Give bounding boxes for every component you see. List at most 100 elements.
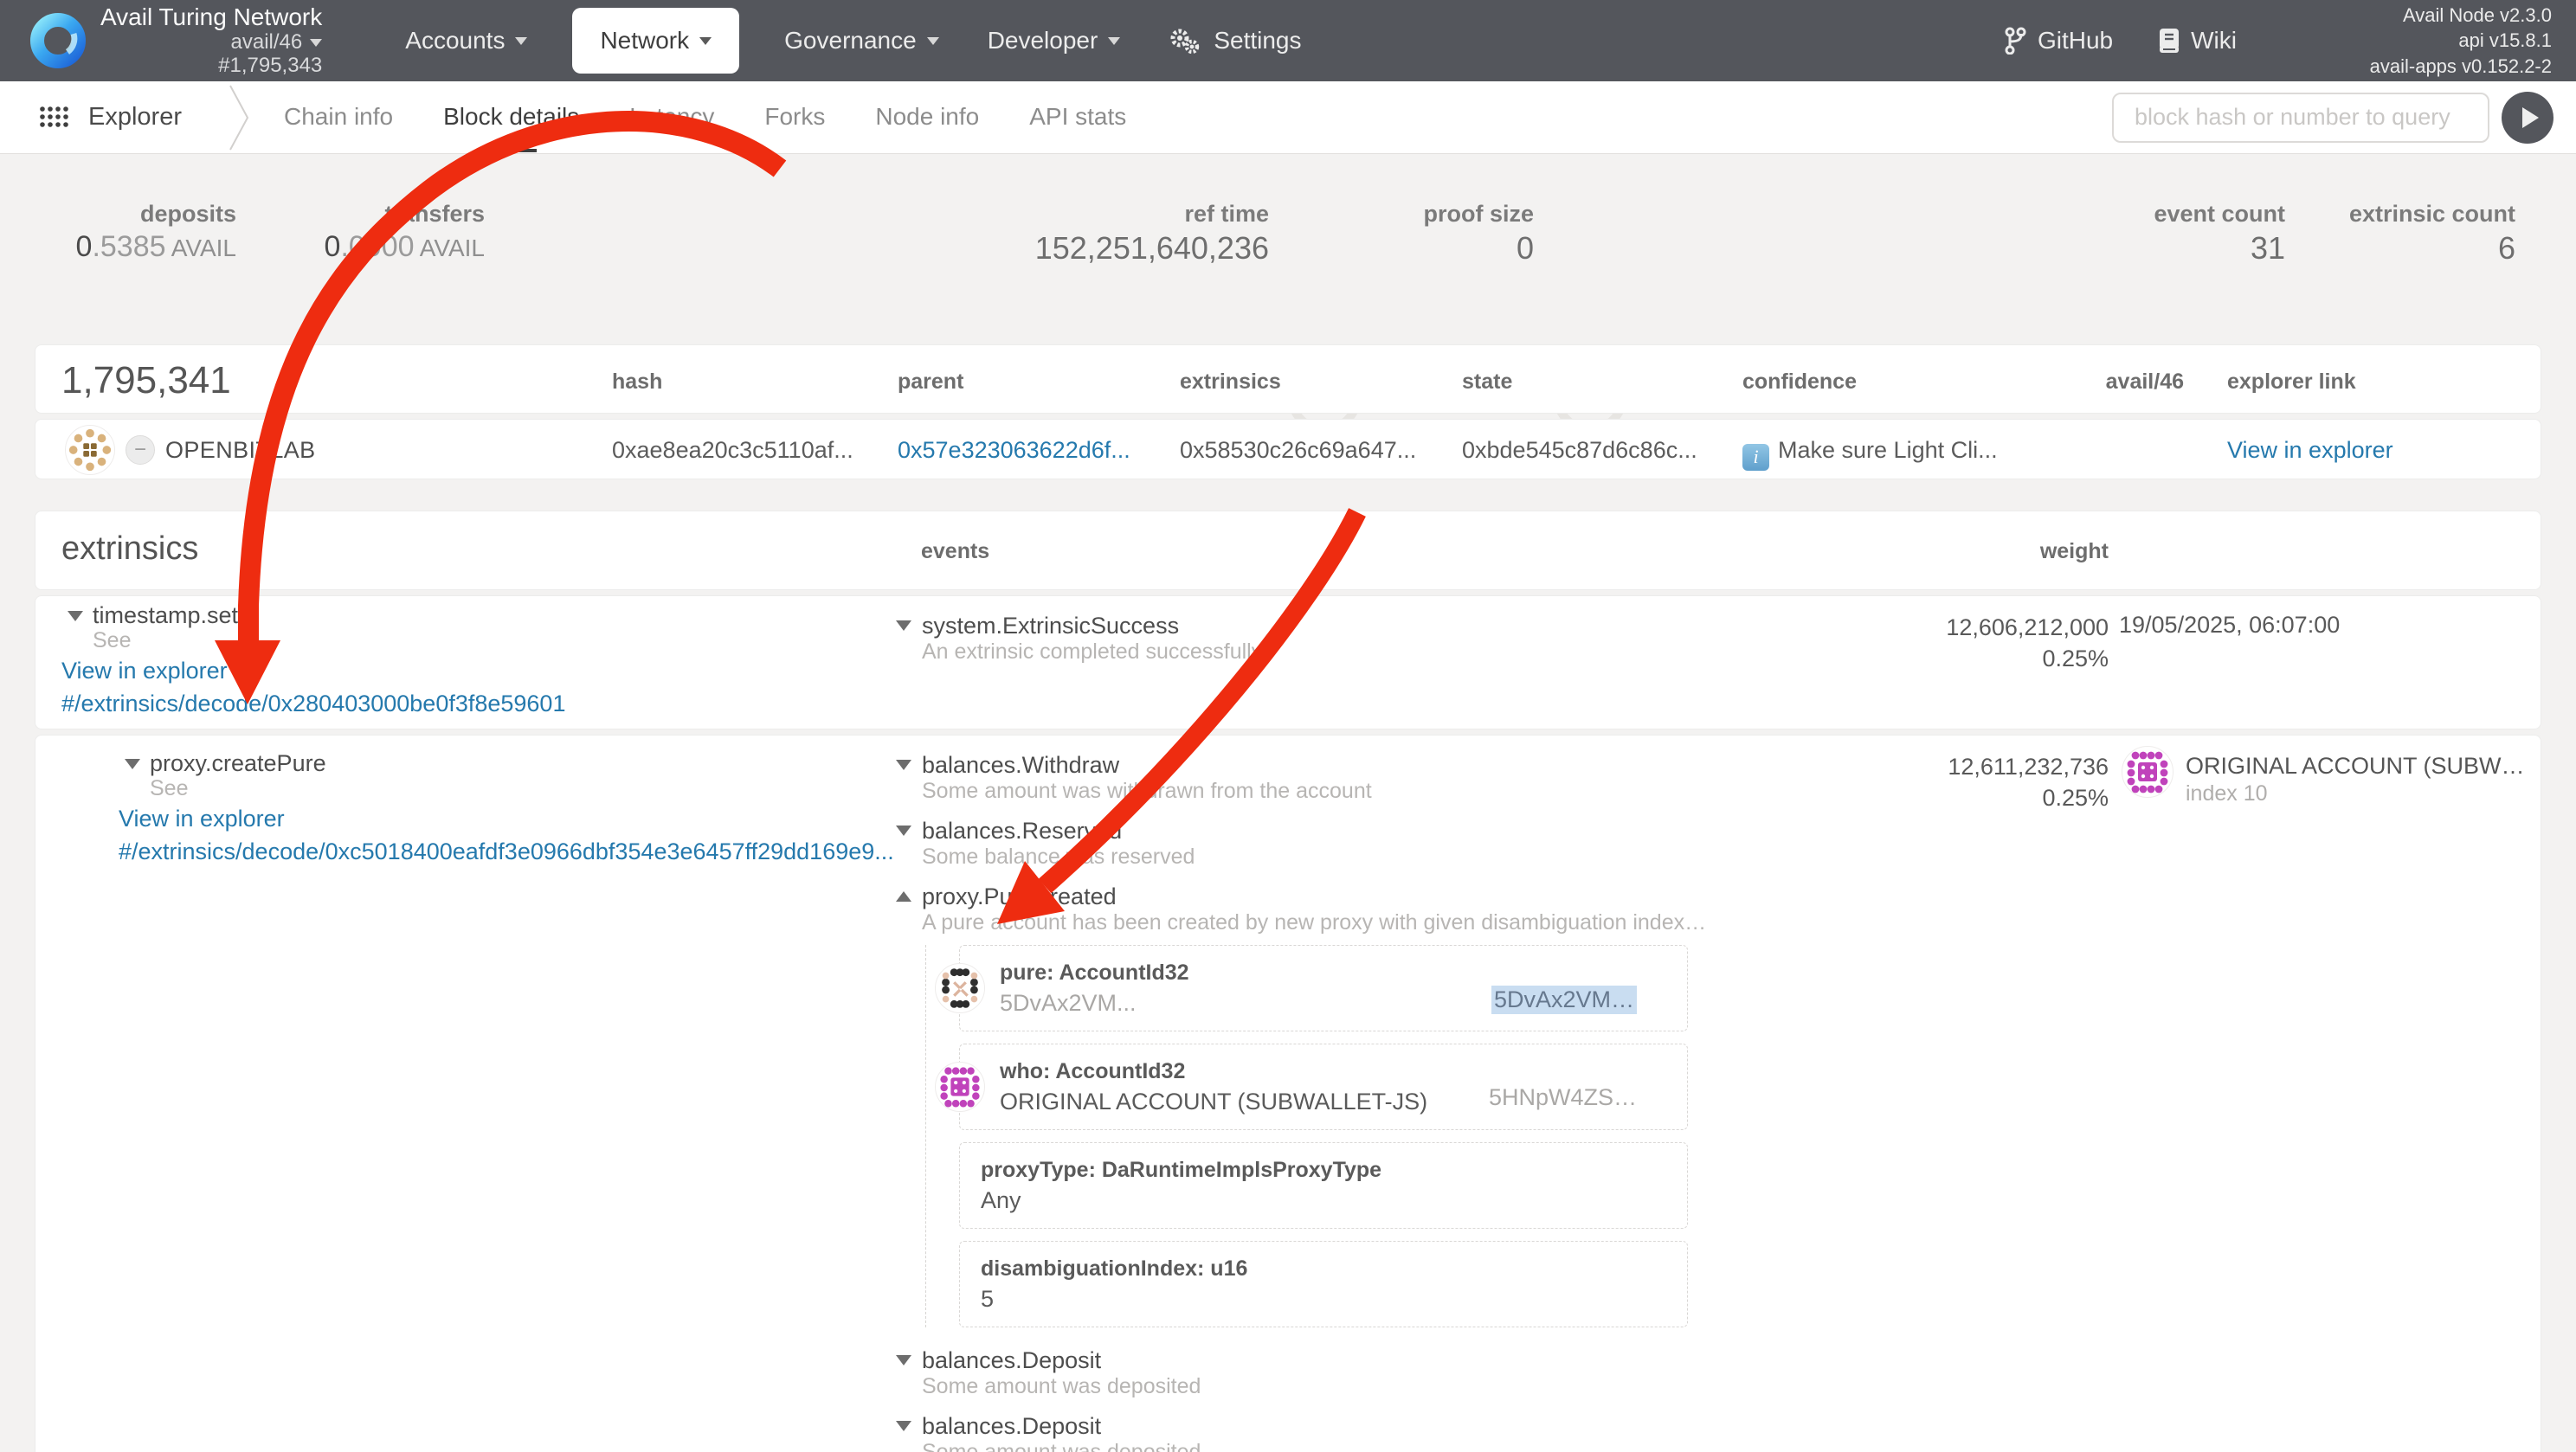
menu-developer[interactable]: Developer xyxy=(988,27,1121,55)
call-name: proxy.createPure xyxy=(150,750,326,776)
state-root: 0xbde545c87d6c86c... xyxy=(1462,437,1697,464)
parent-hash-link[interactable]: 0x57e323063622d6f... xyxy=(898,437,1130,464)
tab-block-details[interactable]: Block details xyxy=(443,81,579,154)
column-header-parent: parent xyxy=(898,369,963,395)
decode-link[interactable]: #/extrinsics/decode/0x280403000be0f3f8e5… xyxy=(61,689,854,718)
author-identicon[interactable] xyxy=(65,425,115,475)
column-header-hash: hash xyxy=(612,369,662,395)
proxy-delegator-account[interactable]: ORIGINAL ACCOUNT (SUBW… index 10 xyxy=(2122,746,2525,806)
extrinsics-root: 0x58530c26c69a647... xyxy=(1180,437,1416,464)
stat-label: proof size xyxy=(1423,201,1534,228)
detail-label: who: AccountId32 xyxy=(1000,1058,1666,1084)
event-name[interactable]: balances.Deposit xyxy=(922,1412,1770,1440)
event-item-balances-deposit: balances.Deposit Some amount was deposit… xyxy=(896,1412,1770,1452)
chevron-separator-icon xyxy=(229,84,251,151)
account-index: index 10 xyxy=(2186,781,2525,806)
weight-value: 12,606,212,000 xyxy=(1946,612,2109,643)
stat-label: deposits xyxy=(76,201,236,228)
caret-down-icon[interactable] xyxy=(125,759,140,769)
tab-node-info[interactable]: Node info xyxy=(875,81,979,154)
stat-value-frac: .5385 xyxy=(92,230,165,263)
github-label: GitHub xyxy=(2038,27,2113,55)
tab-latency[interactable]: Latency xyxy=(629,81,714,154)
api-version: api v15.8.1 xyxy=(2292,28,2552,53)
extrinsic-row-timestamp-set: timestamp.set See View in explorer #/ext… xyxy=(35,595,2541,729)
event-name[interactable]: balances.Deposit xyxy=(922,1346,1770,1374)
block-query-input[interactable] xyxy=(2112,93,2489,143)
extrinsic-call[interactable]: proxy.createPure xyxy=(150,751,911,775)
caret-down-icon[interactable] xyxy=(896,826,911,836)
selected-address-text[interactable]: 5DvAx2VM… xyxy=(1491,986,1637,1014)
menu-label: Accounts xyxy=(405,27,505,55)
event-item-proxy-purecreated: proxy.PureCreated A pure account has bee… xyxy=(896,883,1770,1327)
who-account-identicon[interactable] xyxy=(935,1062,985,1112)
block-author-name[interactable]: OPENBITLAB xyxy=(165,437,316,464)
stat-value: 0 xyxy=(1423,230,1534,267)
caret-down-icon xyxy=(699,37,712,45)
extrinsic-call[interactable]: timestamp.set xyxy=(93,603,854,627)
stat-value: 0 xyxy=(325,230,341,263)
caret-down-icon[interactable] xyxy=(896,1355,911,1365)
weight-percent: 0.25% xyxy=(1946,643,2109,674)
caret-up-icon[interactable] xyxy=(896,891,911,902)
minus-badge-icon: − xyxy=(126,435,155,465)
caret-down-icon[interactable] xyxy=(896,1421,911,1431)
stat-label: extrinsic count xyxy=(2349,201,2515,228)
decode-link[interactable]: #/extrinsics/decode/0xc5018400eafdf3e096… xyxy=(119,837,911,866)
caret-down-icon[interactable] xyxy=(896,620,911,631)
event-name[interactable]: proxy.PureCreated xyxy=(922,883,1770,910)
github-link[interactable]: GitHub xyxy=(2003,27,2113,55)
confidence-text: Make sure Light Cli... xyxy=(1778,437,1998,463)
account-identicon[interactable] xyxy=(2122,746,2174,798)
caret-down-icon[interactable] xyxy=(68,611,83,621)
event-name[interactable]: balances.Withdraw xyxy=(922,751,1770,779)
detail-value: 5 xyxy=(981,1285,1666,1313)
query-submit-button[interactable] xyxy=(2502,92,2553,144)
detail-disambiguation-index: disambiguationIndex: u16 5 xyxy=(959,1241,1688,1327)
column-header-events: events xyxy=(921,539,989,564)
detail-label: proxyType: DaRuntimeImplsProxyType xyxy=(981,1157,1666,1183)
menu-accounts[interactable]: Accounts xyxy=(405,27,527,55)
call-doc: See xyxy=(150,778,911,799)
stat-value: 6 xyxy=(2349,230,2515,267)
tab-api-stats[interactable]: API stats xyxy=(1029,81,1126,154)
event-description: Some balance was reserved xyxy=(922,845,1770,869)
network-name: Avail Turing Network xyxy=(100,3,322,30)
event-name[interactable]: system.ExtrinsicSuccess xyxy=(922,612,1770,639)
caret-down-icon[interactable] xyxy=(896,760,911,770)
event-item-balances-withdraw: balances.Withdraw Some amount was withdr… xyxy=(896,751,1770,803)
braille-grid-icon xyxy=(38,102,71,133)
extrinsics-header: extrinsics events weight xyxy=(35,511,2541,590)
stat-ref-time: ref time 152,251,640,236 xyxy=(1035,201,1269,267)
menu-network[interactable]: Network xyxy=(572,8,739,74)
block-table-row: − OPENBITLAB 0xae8ea20c3c5110af... 0x57e… xyxy=(35,419,2541,479)
detail-who-account: who: AccountId32 ORIGINAL ACCOUNT (SUBWA… xyxy=(959,1044,1688,1130)
menu-label: Network xyxy=(600,27,689,55)
wiki-link[interactable]: Wiki xyxy=(2158,27,2237,55)
menu-label: Governance xyxy=(784,27,917,55)
stat-proof-size: proof size 0 xyxy=(1423,201,1534,267)
event-description: Some amount was deposited xyxy=(922,1440,1770,1452)
pure-account-identicon[interactable] xyxy=(935,963,985,1013)
menu-governance[interactable]: Governance xyxy=(784,27,939,55)
view-in-explorer-link[interactable]: View in explorer xyxy=(2227,437,2393,464)
view-in-explorer-link[interactable]: View in explorer xyxy=(61,658,854,684)
detail-label: disambiguationIndex: u16 xyxy=(981,1256,1666,1282)
detail-pure-account: pure: AccountId32 5DvAx2VM... 5DvAx2VM… xyxy=(959,945,1688,1031)
event-description: An extrinsic completed successfully xyxy=(922,639,1770,664)
column-header-confidence: confidence xyxy=(1742,369,1857,395)
info-icon: i xyxy=(1742,444,1769,471)
tab-forks[interactable]: Forks xyxy=(764,81,825,154)
weight-value: 12,611,232,736 xyxy=(1948,751,2109,782)
detail-value: Any xyxy=(981,1186,1666,1214)
tab-chain-info[interactable]: Chain info xyxy=(284,81,393,154)
menu-settings[interactable]: Settings xyxy=(1169,27,1301,55)
app-header: Avail Turing Network avail/46 #1,795,343… xyxy=(0,0,2576,81)
network-brand[interactable]: Avail Turing Network avail/46 #1,795,343 xyxy=(100,3,322,77)
detail-address-short: 5HNpW4ZS… xyxy=(1489,1084,1637,1111)
view-in-explorer-link[interactable]: View in explorer xyxy=(119,806,911,832)
event-name[interactable]: balances.Reserved xyxy=(922,817,1770,845)
column-header-explorer-link: explorer link xyxy=(2227,369,2356,395)
menu-label: Settings xyxy=(1214,27,1301,55)
extrinsic-row-proxy-createpure: proxy.createPure See View in explorer #/… xyxy=(35,735,2541,1452)
